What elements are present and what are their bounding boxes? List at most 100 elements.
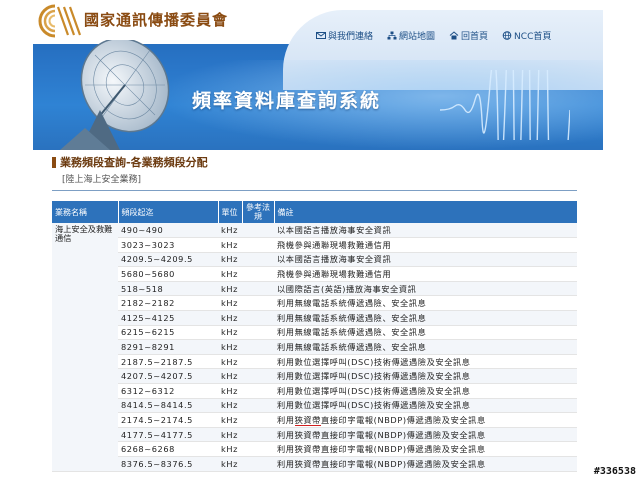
page-title-text: 業務頻段查詢-各業務頻段分配 (60, 156, 208, 169)
band-range-cell: 8414.5~8414.5 (118, 398, 218, 414)
page-title: 業務頻段查詢-各業務頻段分配 (52, 154, 582, 170)
band-range-cell: 490~490 (118, 223, 218, 239)
reference-cell (242, 339, 274, 355)
table-row: 2187.5~2187.5 kHz 利用數位選擇呼叫(DSC)技術傳遞遇險及安全… (52, 354, 577, 370)
unit-cell: kHz (218, 456, 242, 472)
reference-cell (242, 237, 274, 253)
top-nav: 與我們連絡 網站地圖 回首頁 NCC首頁 (316, 29, 551, 42)
unit-cell: kHz (218, 252, 242, 268)
table-row: 海上安全及救難通信 490~490 kHz 以本國語言播放海事安全資訊 (52, 223, 577, 472)
header-band-range: 頻段起迄 (118, 201, 219, 223)
note-cell: 利用狹資帶直接印字電報(NBDP)傳遞遇險及安全訊息 (274, 412, 577, 428)
band-range-cell: 518~518 (118, 281, 218, 297)
note-cell: 利用狹資帶直接印字電報(NBDP)傳遞遇險及安全訊息 (274, 427, 577, 443)
nav-sitemap-label: 網站地圖 (399, 32, 436, 42)
reference-cell (242, 456, 274, 472)
reference-cell (242, 427, 274, 443)
unit-cell: kHz (218, 383, 242, 399)
note-prefix: 利用 (277, 415, 295, 426)
reference-cell (242, 383, 274, 399)
nav-contact-label: 與我們連絡 (328, 32, 374, 42)
home-icon (449, 31, 459, 40)
title-divider (52, 190, 577, 191)
note-cell: 利用無線電話系統傳遞遇險、安全訊息 (274, 325, 577, 341)
unit-cell: kHz (218, 412, 242, 428)
unit-cell: kHz (218, 398, 242, 414)
unit-cell: kHz (218, 325, 242, 341)
band-range-cell: 8291~8291 (118, 339, 218, 355)
service-name-cell: 海上安全及救難通信 (52, 223, 118, 472)
note-cell: 利用無線電話系統傳遞遇險、安全訊息 (274, 310, 577, 326)
nav-ncc-home[interactable]: NCC首頁 (502, 29, 551, 42)
note-cell: 以國際語言(英語)播放海事安全資訊 (274, 281, 577, 297)
sitemap-icon (387, 31, 397, 40)
band-range-cell: 3023~3023 (118, 237, 218, 253)
note-cell: 以本國語言播放海事安全資訊 (274, 223, 577, 239)
band-range-cell: 2174.5~2174.5 (118, 412, 218, 428)
table-row: 5680~5680 kHz 飛機參與通聯現場救難通信用 (52, 266, 577, 282)
band-range-cell: 4125~4125 (118, 310, 218, 326)
note-cell: 利用狹資帶直接印字電報(NBDP)傳遞遇險及安全訊息 (274, 456, 577, 472)
unit-cell: kHz (218, 223, 242, 239)
unit-cell: kHz (218, 295, 242, 312)
table-row: 4207.5~4207.5 kHz 利用數位選擇呼叫(DSC)技術傳遞遇險及安全… (52, 368, 577, 385)
unit-cell: kHz (218, 266, 242, 282)
reference-cell (242, 398, 274, 414)
note-cell: 利用數位選擇呼叫(DSC)技術傳遞遇險及安全訊息 (274, 398, 577, 414)
band-range-cell: 6215~6215 (118, 325, 218, 341)
band-range-cell: 6268~6268 (118, 441, 218, 457)
reference-cell (242, 266, 274, 282)
table-row: 518~518 kHz 以國際語言(英語)播放海事安全資訊 (52, 281, 577, 297)
unit-cell: kHz (218, 368, 242, 385)
reference-cell (242, 412, 274, 428)
header-note: 備註 (274, 201, 578, 223)
org-name[interactable]: 國家通訊傳播委員會 (84, 9, 228, 30)
band-range-cell: 5680~5680 (118, 266, 218, 282)
band-range-cell: 4207.5~4207.5 (118, 368, 218, 385)
reference-cell (242, 441, 274, 457)
signal-wave-icon (440, 70, 570, 140)
table-row: 2174.5~2174.5 kHz 利用狹資帶直接印字電報(NBDP)傳遞遇險及… (52, 412, 577, 428)
ncc-logo-icon[interactable] (38, 4, 82, 38)
nav-home-label: 回首頁 (461, 32, 489, 42)
note-cell: 以本國語言播放海事安全資訊 (274, 252, 577, 268)
note-cell: 利用數位選擇呼叫(DSC)技術傳遞遇險及安全訊息 (274, 383, 577, 399)
table-row: 4209.5~4209.5 kHz 以本國語言播放海事安全資訊 (52, 252, 577, 268)
note-cell: 利用無線電話系統傳遞遇險、安全訊息 (274, 339, 577, 355)
nav-contact[interactable]: 與我們連絡 (316, 29, 373, 42)
table-row: 6268~6268 kHz 利用狹資帶直接印字電報(NBDP)傳遞遇險及安全訊息 (52, 441, 577, 457)
nav-sitemap[interactable]: 網站地圖 (387, 29, 435, 42)
reference-cell (242, 325, 274, 341)
band-range-cell: 2187.5~2187.5 (118, 354, 218, 370)
title-marker (52, 156, 56, 168)
reference-cell (242, 310, 274, 326)
reference-cell (242, 295, 274, 312)
table-row: 4125~4125 kHz 利用無線電話系統傳遞遇險、安全訊息 (52, 310, 577, 326)
reference-cell (242, 354, 274, 370)
nav-home[interactable]: 回首頁 (449, 29, 488, 42)
band-range-cell: 8376.5~8376.5 (118, 456, 218, 472)
band-range-cell: 6312~6312 (118, 383, 218, 399)
unit-cell: kHz (218, 310, 242, 326)
note-cell: 利用無線電話系統傳遞遇險、安全訊息 (274, 295, 577, 312)
unit-cell: kHz (218, 441, 242, 457)
note-cell: 飛機參與通聯現場救難通信用 (274, 237, 577, 253)
band-range-cell: 4177.5~4177.5 (118, 427, 218, 443)
table-row: 8291~8291 kHz 利用無線電話系統傳遞遇險、安全訊息 (52, 339, 577, 355)
note-cell: 利用數位選擇呼叫(DSC)技術傳遞遇險及安全訊息 (274, 368, 577, 385)
reference-cell (242, 281, 274, 297)
table-header-row: 業務名稱 頻段起迄 單位 參考法規 備註 (52, 201, 578, 223)
note-suffix: 直接印字電報(NBDP)傳遞遇險及安全訊息 (320, 415, 486, 426)
table-row: 8376.5~8376.5 kHz 利用狹資帶直接印字電報(NBDP)傳遞遇險及… (52, 456, 577, 472)
unit-cell: kHz (218, 354, 242, 370)
note-cell: 利用數位選擇呼叫(DSC)技術傳遞遇險及安全訊息 (274, 354, 577, 370)
note-cell: 飛機參與通聯現場救難通信用 (274, 266, 577, 282)
envelope-icon (316, 32, 326, 39)
reference-cell (242, 223, 274, 239)
nav-ncc-home-label: NCC首頁 (514, 32, 552, 42)
image-id-watermark: #336538 (593, 466, 636, 477)
red-underline-mark: 狹資帶 (294, 415, 321, 427)
unit-cell: kHz (218, 237, 242, 253)
band-range-cell: 4209.5~4209.5 (118, 252, 218, 268)
globe-icon (502, 31, 512, 40)
